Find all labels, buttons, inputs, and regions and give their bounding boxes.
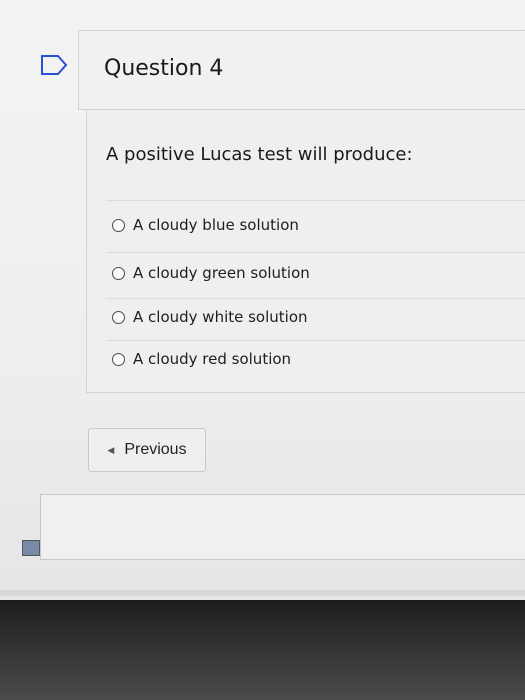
answer-option-4[interactable]: A cloudy red solution: [112, 350, 291, 368]
option-divider: [106, 200, 525, 201]
answer-option-label: A cloudy green solution: [133, 264, 310, 282]
previous-button-label: Previous: [124, 441, 187, 458]
question-list-panel: [40, 494, 525, 560]
previous-button[interactable]: ◀ Previous: [88, 428, 206, 472]
radio-button[interactable]: [112, 310, 125, 324]
audio-icon[interactable]: [22, 540, 40, 556]
divider: [0, 590, 525, 596]
triangle-left-icon: ◀: [107, 444, 115, 455]
radio-button[interactable]: [112, 352, 125, 366]
question-text: A positive Lucas test will produce:: [106, 144, 413, 165]
radio-button[interactable]: [112, 218, 125, 232]
option-divider: [106, 298, 525, 299]
quiz-screen: Question 4 A positive Lucas test will pr…: [0, 0, 525, 600]
monitor-bezel: [0, 600, 525, 700]
answer-option-label: A cloudy white solution: [133, 308, 308, 326]
option-divider: [106, 340, 525, 341]
answer-option-1[interactable]: A cloudy blue solution: [112, 216, 299, 234]
radio-button[interactable]: [112, 266, 125, 280]
option-divider: [106, 252, 525, 253]
answer-option-label: A cloudy red solution: [133, 350, 292, 368]
question-title: Question 4: [104, 56, 224, 81]
answer-option-3[interactable]: A cloudy white solution: [112, 308, 308, 326]
bookmark-flag-icon[interactable]: [40, 54, 68, 76]
answer-option-2[interactable]: A cloudy green solution: [112, 264, 310, 282]
answer-option-label: A cloudy blue solution: [133, 216, 299, 234]
